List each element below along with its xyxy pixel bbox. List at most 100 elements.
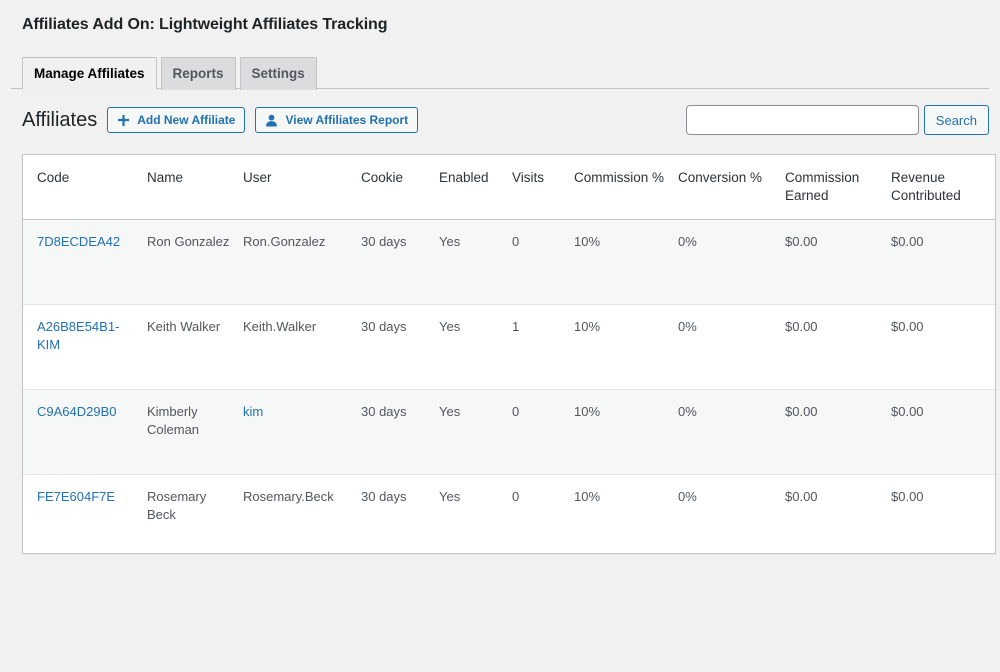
column-header-revenue-contributed: Revenue Contributed [891,155,995,220]
search-box: Search [685,105,989,135]
cell-content: 1 [512,318,564,376]
cell-enabled-text: Yes [439,489,461,504]
cell-cookie: 30 days [361,304,439,390]
tab-reports[interactable]: Reports [160,57,236,90]
cell-code-link[interactable]: 7D8ECDEA42 [37,234,120,249]
cell-content: 30 days [361,488,429,540]
cell-revenue-contributed: $0.00 [891,304,995,390]
cell-content: $0.00 [785,233,881,291]
page-title: Affiliates Add On: Lightweight Affiliate… [22,16,388,33]
cell-revenue-contributed: $0.00 [891,475,995,554]
cell-content: A26B8E54B1-KIM [37,318,137,376]
cell-commission-earned-text: $0.00 [785,404,818,419]
cell-name: Rosemary Beck [147,475,243,554]
cell-visits-text: 0 [512,404,520,419]
cell-enabled: Yes [439,219,512,305]
cell-content: Yes [439,233,502,291]
cell-code-link[interactable]: FE7E604F7E [37,489,115,504]
cell-user-link[interactable]: kim [243,404,263,419]
cell-enabled: Yes [439,304,512,390]
cell-commission-pct-text: 10% [574,489,601,504]
cell-conversion-pct: 0% [678,475,785,554]
cell-commission-pct: 10% [574,475,678,554]
cell-name-text: Ron Gonzalez [147,234,230,249]
cell-visits: 1 [512,304,574,390]
cell-cookie: 30 days [361,389,439,475]
cell-content: kim [243,403,351,461]
cell-content: 30 days [361,233,429,291]
affiliates-table-container: Code Name User Cookie Enabled Visits Com… [22,154,996,554]
cell-content: 0 [512,403,564,461]
table-row: A26B8E54B1-KIM Keith Walker Keith.Walker 30… [23,304,995,390]
cell-content: 0% [678,233,775,291]
cell-content: 0% [678,488,775,540]
cell-visits: 0 [512,475,574,554]
tab-bar: Manage Affiliates Reports Settings [11,56,989,90]
cell-commission-earned: $0.00 [785,475,891,554]
cell-content: 10% [574,318,668,376]
cell-content: 10% [574,488,668,540]
cell-conversion-pct-text: 0% [678,404,697,419]
cell-content: 0% [678,403,775,461]
view-affiliates-report-button[interactable]: View Affiliates Report [255,107,419,133]
cell-content: $0.00 [891,233,985,291]
cell-content: $0.00 [891,403,985,461]
cell-revenue-contributed: $0.00 [891,219,995,305]
cell-content: Keith.Walker [243,318,351,376]
cell-commission-pct: 10% [574,304,678,390]
cell-cookie: 30 days [361,475,439,554]
cell-visits-text: 0 [512,489,520,504]
cell-conversion-pct: 0% [678,304,785,390]
column-header-user: User [243,155,361,220]
cell-user-text: Rosemary.Beck [243,489,334,504]
tab-settings[interactable]: Settings [239,57,317,90]
cell-conversion-pct: 0% [678,219,785,305]
cell-user: Keith.Walker [243,304,361,390]
cell-content: 30 days [361,403,429,461]
cell-content: 10% [574,403,668,461]
cell-commission-earned-text: $0.00 [785,319,818,334]
column-header-visits: Visits [512,155,574,220]
cell-revenue-contributed-text: $0.00 [891,489,924,504]
cell-commission-earned: $0.00 [785,219,891,305]
cell-content: Yes [439,318,502,376]
cell-commission-earned-text: $0.00 [785,234,818,249]
cell-content: $0.00 [891,488,985,540]
cell-user: Ron.Gonzalez [243,219,361,305]
cell-commission-earned: $0.00 [785,389,891,475]
table-header-row: Code Name User Cookie Enabled Visits Com… [23,155,995,220]
column-header-commission-pct: Commission % [574,155,678,220]
table-row: 7D8ECDEA42 Ron Gonzalez Ron.Gonzalez 30 day… [23,219,995,305]
column-header-cookie: Cookie [361,155,439,220]
cell-conversion-pct-text: 0% [678,319,697,334]
cell-content: $0.00 [785,318,881,376]
cell-code-link[interactable]: C9A64D29B0 [37,404,117,419]
cell-content: Yes [439,488,502,540]
cell-name-text: Kimberly Coleman [147,404,200,437]
cell-content: FE7E604F7E [37,488,137,540]
cell-name: Ron Gonzalez [147,219,243,305]
cell-conversion-pct-text: 0% [678,234,697,249]
cell-cookie-text: 30 days [361,319,407,334]
cell-commission-earned: $0.00 [785,304,891,390]
cell-visits-text: 1 [512,319,520,334]
cell-code-link[interactable]: A26B8E54B1-KIM [37,319,119,352]
cell-revenue-contributed-text: $0.00 [891,234,924,249]
cell-visits-text: 0 [512,234,520,249]
cell-commission-pct-text: 10% [574,404,601,419]
search-input[interactable] [685,105,919,135]
section-heading: Affiliates [22,109,98,131]
table-body: 7D8ECDEA42 Ron Gonzalez Ron.Gonzalez 30 day… [23,219,995,554]
cell-name-text: Keith Walker [147,319,221,334]
cell-commission-pct: 10% [574,389,678,475]
cell-content: 7D8ECDEA42 [37,233,137,291]
tab-manage-affiliates[interactable]: Manage Affiliates [22,57,157,90]
add-new-affiliate-label: Add New Affiliate [137,113,236,127]
add-new-affiliate-button[interactable]: Add New Affiliate [107,107,246,133]
cell-cookie-text: 30 days [361,404,407,419]
search-submit-button[interactable]: Search [923,105,989,135]
cell-name: Kimberly Coleman [147,389,243,475]
cell-content: 0 [512,233,564,291]
cell-content: Yes [439,403,502,461]
cell-revenue-contributed-text: $0.00 [891,319,924,334]
